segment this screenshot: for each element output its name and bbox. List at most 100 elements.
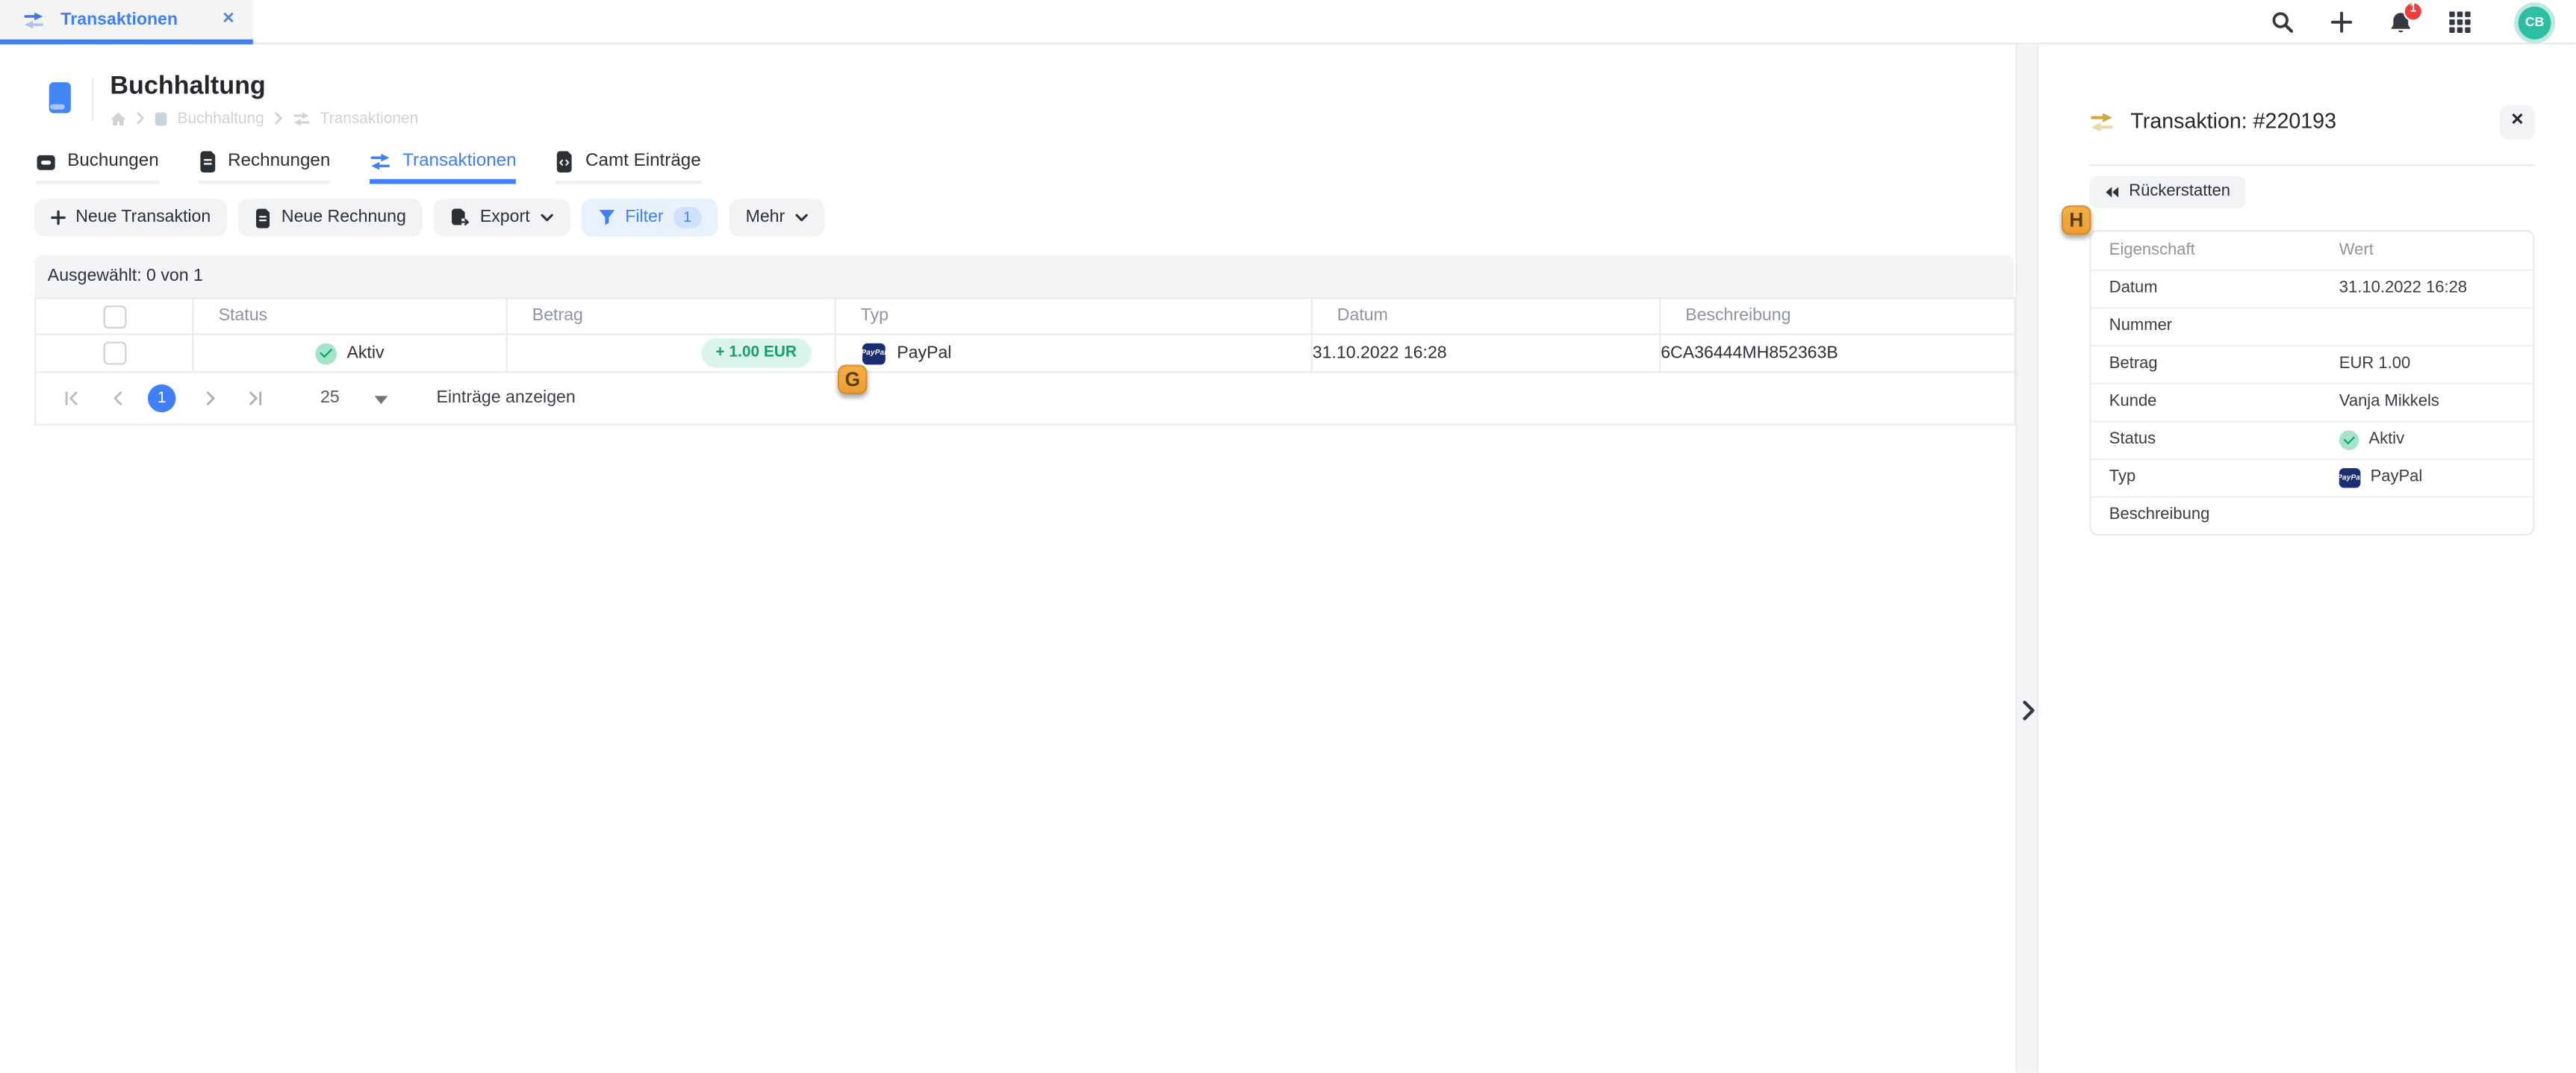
column-header-betrag: Betrag: [507, 298, 836, 334]
tab-label: Camt Einträge: [585, 151, 701, 172]
breadcrumb-transaktionen[interactable]: Transaktionen: [320, 110, 419, 128]
topbar-actions: 1 CB: [2272, 0, 2551, 44]
new-invoice-button[interactable]: Neue Rechnung: [239, 199, 423, 237]
column-header-status: Status: [193, 298, 507, 334]
tab-label: Buchungen: [67, 151, 158, 172]
property-row: Nummer: [2091, 308, 2533, 346]
column-header-datum: Datum: [1312, 298, 1660, 334]
property-value: Aktiv: [2368, 430, 2404, 450]
notifications-bell-icon[interactable]: 1: [2390, 10, 2412, 34]
file-code-icon: [556, 152, 573, 173]
transfer-icon: [292, 111, 310, 126]
new-transaction-button[interactable]: Neue Transaktion: [34, 199, 227, 237]
header-divider: [92, 77, 93, 121]
properties-table-container: Eigenschaft Wert Datum 31.10.2022 16:28 …: [2089, 230, 2534, 535]
close-icon[interactable]: ✕: [222, 10, 235, 29]
topbar: Transaktionen ✕ 1: [0, 0, 2576, 44]
column-header-wert: Wert: [2331, 231, 2533, 270]
page-title: Buchhaltung: [110, 72, 418, 103]
table-row[interactable]: Aktiv + 1.00 EUR PayPal PayPal: [35, 335, 2015, 373]
pagination: 1: [36, 385, 2014, 412]
panel-expand-chevron-icon[interactable]: [2019, 697, 2037, 723]
amount-badge: + 1.00 EUR: [701, 339, 812, 367]
add-icon[interactable]: [2331, 11, 2353, 33]
property-value: PayPal: [2371, 468, 2423, 488]
panel-divider-line: [2089, 164, 2534, 166]
page-size-value: 25: [320, 388, 340, 409]
app-root: Transaktionen ✕ 1: [0, 0, 2576, 1073]
tab-label: Rechnungen: [228, 151, 330, 172]
next-page-icon[interactable]: [200, 391, 220, 406]
main-content: Buchhaltung Buchhaltung: [0, 44, 2015, 1072]
annotation-marker-g: G: [838, 364, 868, 394]
invoice-icon: [198, 152, 216, 173]
previous-page-icon[interactable]: [107, 391, 126, 406]
home-icon[interactable]: [110, 111, 126, 126]
button-label: Export: [480, 208, 530, 228]
pagination-row: 1: [35, 372, 2015, 424]
property-row: Status Aktiv: [2091, 421, 2533, 459]
column-header-typ: Typ: [836, 298, 1312, 334]
detail-panel-header: Transaktion: #220193 ✕: [2089, 104, 2534, 140]
export-button[interactable]: Export: [434, 199, 569, 237]
page-size-label: Einträge anzeigen: [437, 388, 576, 409]
open-tab-label: Transaktionen: [60, 10, 178, 31]
tab-buchungen[interactable]: Buchungen: [36, 151, 158, 184]
more-button[interactable]: Mehr: [729, 199, 824, 237]
tab-label: Transaktionen: [402, 151, 516, 172]
invoice-icon: [255, 208, 272, 227]
select-all-checkbox[interactable]: [103, 305, 126, 328]
properties-header-row: Eigenschaft Wert: [2091, 231, 2533, 270]
button-label: Rückerstatten: [2129, 182, 2230, 202]
apps-grid-icon[interactable]: [2449, 11, 2471, 33]
properties-table: Eigenschaft Wert Datum 31.10.2022 16:28 …: [2091, 231, 2533, 534]
row-checkbox[interactable]: [103, 342, 126, 365]
property-value: Vanja Mikkels: [2331, 384, 2533, 422]
funnel-icon: [597, 208, 615, 226]
button-label: Mehr: [746, 208, 785, 228]
ledger-icon: [36, 154, 55, 170]
first-page-icon[interactable]: [63, 391, 82, 406]
status-active-icon: [2339, 430, 2359, 450]
selection-bar: Ausgewählt: 0 von 1: [34, 255, 2014, 297]
open-tab-transaktionen[interactable]: Transaktionen ✕: [0, 0, 253, 44]
filter-button[interactable]: Filter 1: [581, 199, 718, 237]
refund-button[interactable]: Rückerstatten: [2089, 175, 2244, 208]
property-row: Beschreibung: [2091, 497, 2533, 535]
chevron-right-icon: [137, 112, 145, 125]
transfer-icon: [2089, 111, 2114, 133]
property-row: Betrag EUR 1.00: [2091, 346, 2533, 384]
table-header-row: Status Betrag Typ Datum Beschreibung: [35, 298, 2015, 334]
detail-panel-title: Transaktion: #220193: [2130, 109, 2336, 134]
property-label: Datum: [2091, 270, 2331, 308]
transactions-table: Status Betrag Typ Datum Beschreibung Akt…: [34, 297, 2015, 426]
tab-rechnungen[interactable]: Rechnungen: [198, 151, 330, 184]
description-cell: 6CA36444MH852363B: [1660, 335, 2015, 373]
tab-transaktionen[interactable]: Transaktionen: [370, 151, 516, 184]
toolbar: Neue Transaktion Neue Rechnung Export: [34, 199, 824, 237]
paypal-icon: PayPal: [2339, 468, 2361, 488]
avatar[interactable]: CB: [2519, 6, 2551, 39]
plus-icon: [51, 211, 66, 226]
property-row: Typ PayPal PayPal: [2091, 459, 2533, 497]
breadcrumb: Buchhaltung Transaktionen: [110, 110, 418, 128]
module-tabs: Buchungen Rechnungen Transaktionen: [36, 151, 700, 184]
type-label: PayPal: [897, 343, 951, 364]
rewind-icon: [2104, 186, 2119, 199]
chevron-down-icon: [540, 214, 553, 222]
breadcrumb-buchhaltung[interactable]: Buchhaltung: [178, 110, 264, 128]
status-active-icon: [316, 343, 337, 364]
page-size-select[interactable]: 25: [320, 387, 388, 410]
annotation-marker-h: H: [2062, 205, 2091, 235]
current-page-button[interactable]: 1: [148, 385, 175, 412]
transfer-icon: [23, 10, 45, 28]
transfer-icon: [370, 153, 391, 171]
search-icon[interactable]: [2272, 11, 2294, 33]
tab-camt-eintraege[interactable]: Camt Einträge: [556, 151, 700, 184]
button-label: Neue Rechnung: [281, 208, 406, 228]
last-page-icon[interactable]: [245, 391, 264, 406]
property-row: Kunde Vanja Mikkels: [2091, 384, 2533, 422]
close-panel-button[interactable]: ✕: [2500, 105, 2534, 139]
filter-count-badge: 1: [673, 207, 701, 228]
property-label: Status: [2091, 421, 2331, 459]
